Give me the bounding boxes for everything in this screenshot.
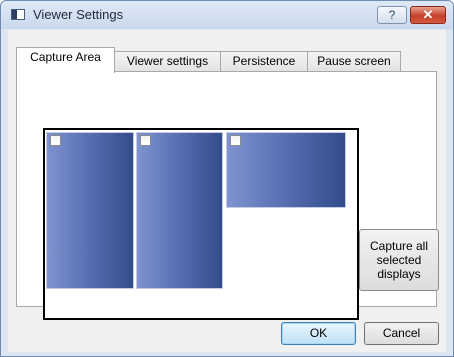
- tab-persistence[interactable]: Persistence: [220, 51, 308, 72]
- window-title: Viewer Settings: [33, 7, 124, 22]
- dialog-client-area: Capture Area Viewer settings Persistence…: [8, 30, 446, 352]
- capture-area-panel: Capture all selected displays: [16, 71, 439, 320]
- help-button[interactable]: ?: [377, 6, 407, 24]
- ok-button[interactable]: OK: [281, 322, 356, 345]
- app-icon: [11, 9, 25, 20]
- close-button[interactable]: ✕: [410, 6, 446, 24]
- display-layout-area: [43, 128, 359, 320]
- tab-capture-area[interactable]: Capture Area: [16, 47, 115, 73]
- display-2[interactable]: [136, 132, 223, 289]
- display-1[interactable]: [46, 132, 134, 289]
- display-1-checkbox[interactable]: [50, 135, 61, 146]
- display-3-checkbox[interactable]: [230, 135, 241, 146]
- tab-pause-screen[interactable]: Pause screen: [307, 51, 401, 72]
- tab-viewer-settings[interactable]: Viewer settings: [114, 51, 221, 72]
- capture-all-selected-displays-button[interactable]: Capture all selected displays: [359, 229, 439, 291]
- viewer-settings-window: Viewer Settings ? ✕ Capture Area Viewer …: [0, 0, 454, 357]
- cancel-button[interactable]: Cancel: [364, 322, 439, 345]
- close-icon: ✕: [422, 7, 434, 22]
- display-3[interactable]: [226, 132, 346, 208]
- title-bar[interactable]: Viewer Settings ? ✕: [1, 1, 453, 29]
- display-2-checkbox[interactable]: [140, 135, 151, 146]
